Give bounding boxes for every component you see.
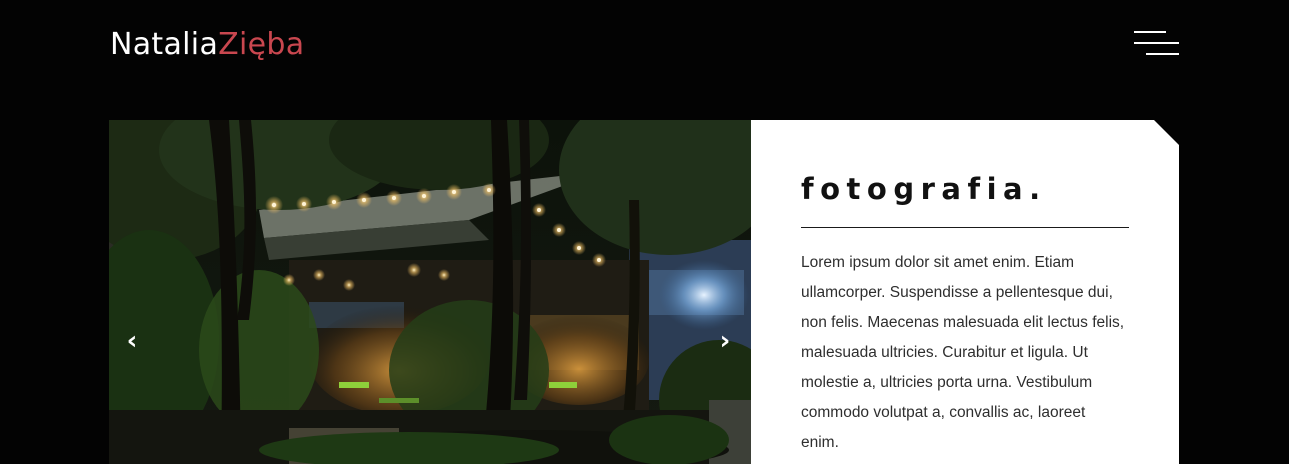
chevron-right-icon: ›: [719, 326, 731, 356]
scrollbar[interactable]: [1289, 0, 1294, 464]
slider-next-button[interactable]: ›: [714, 324, 736, 358]
hamburger-line: [1134, 42, 1179, 44]
logo-last-name: Zięba: [218, 27, 305, 62]
chevron-left-icon: ‹: [126, 326, 138, 356]
site-logo[interactable]: NataliaZięba: [110, 26, 304, 64]
slide-photo: [109, 120, 751, 464]
info-card: fotografia. Lorem ipsum dolor sit amet e…: [751, 120, 1179, 464]
slider-prev-button[interactable]: ‹: [121, 324, 143, 358]
page: NataliaZięba ‹ › fotografia. Lorem ipsum…: [0, 0, 1294, 464]
card-title: fotografia.: [801, 172, 1047, 206]
card-body-text: Lorem ipsum dolor sit amet enim. Etiam u…: [801, 254, 1125, 451]
divider: [801, 227, 1129, 228]
hamburger-line: [1134, 31, 1166, 33]
logo-first-name: Natalia: [110, 27, 219, 62]
hamburger-menu-button[interactable]: [1131, 28, 1183, 62]
hamburger-line: [1146, 53, 1179, 55]
image-slider[interactable]: ‹ ›: [109, 120, 751, 464]
